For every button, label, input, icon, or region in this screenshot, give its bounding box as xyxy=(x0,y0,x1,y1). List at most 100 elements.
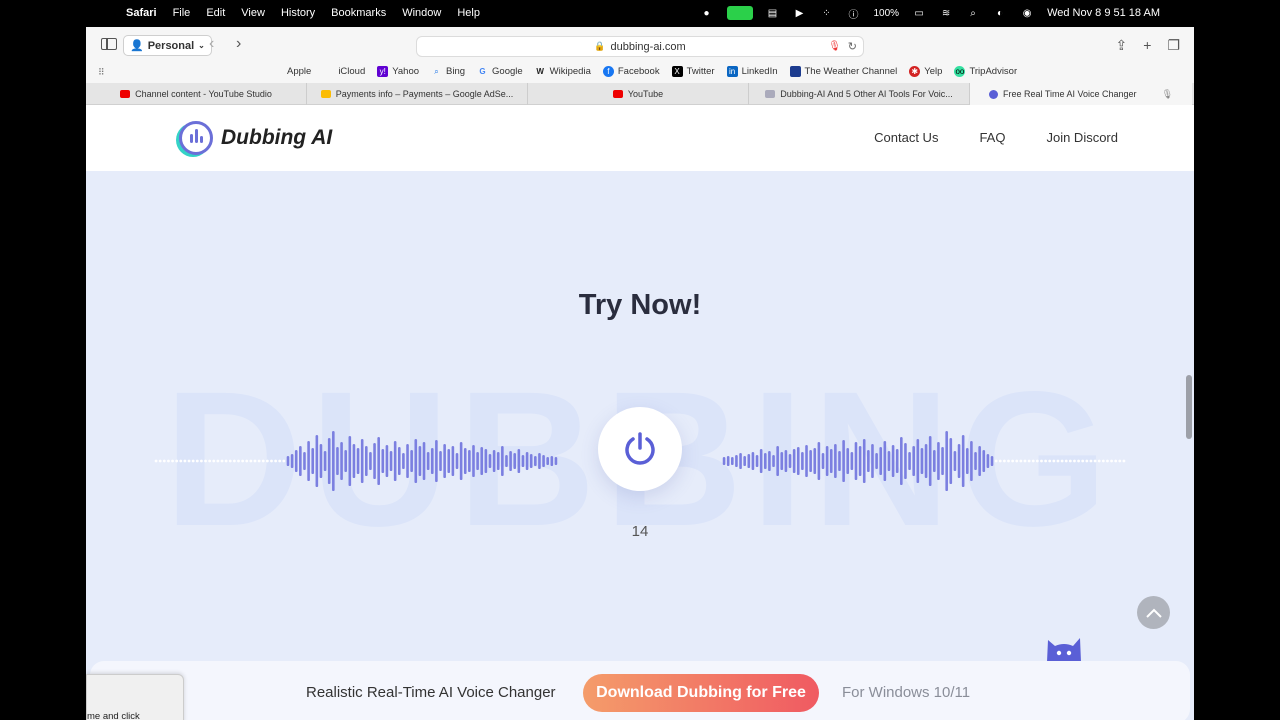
waveform-bar xyxy=(542,455,545,467)
favorite-facebook[interactable]: f Facebook xyxy=(602,66,660,77)
favorite-yelp[interactable]: ✱ Yelp xyxy=(909,66,942,77)
nav-join-discord[interactable]: Join Discord xyxy=(1046,130,1118,145)
waveform-bar xyxy=(426,452,430,470)
waveform-dot xyxy=(253,459,257,463)
waveform-dot xyxy=(1122,459,1126,463)
notification-popup[interactable]: me and click xyxy=(86,674,184,720)
favorite-tripadvisor[interactable]: oo TripAdvisor xyxy=(954,66,1017,77)
tab-adsense[interactable]: Payments info – Payments – Google AdSe..… xyxy=(307,83,528,105)
favorite-icloud[interactable]: iCloud xyxy=(323,66,365,77)
waveform-dot xyxy=(1048,459,1052,463)
power-button[interactable] xyxy=(598,407,682,491)
nav-faq[interactable]: FAQ xyxy=(979,130,1005,145)
menu-help[interactable]: Help xyxy=(457,7,480,19)
favorite-label: Facebook xyxy=(617,66,660,77)
battery-icon[interactable]: ▭ xyxy=(912,7,926,19)
tab-youtube[interactable]: YouTube xyxy=(528,83,749,105)
tab-youtube-studio[interactable]: Channel content - YouTube Studio xyxy=(86,83,307,105)
wifi-icon[interactable]: ≋ xyxy=(939,7,953,19)
tab-bar: Channel content - YouTube Studio Payment… xyxy=(86,83,1194,105)
waveform-bar xyxy=(933,450,936,472)
facetime-icon[interactable] xyxy=(726,6,753,20)
linkedin-icon: in xyxy=(726,66,738,77)
waveform-bar xyxy=(813,448,817,474)
discord-mascot-icon[interactable] xyxy=(1044,632,1084,664)
favorite-label: iCloud xyxy=(338,66,366,77)
favorite-weather[interactable]: The Weather Channel xyxy=(789,66,897,77)
reload-icon[interactable]: ↻ xyxy=(848,40,857,53)
spotlight-icon[interactable]: ⌕ xyxy=(966,7,980,19)
address-bar[interactable]: 🔒 dubbing-ai.com 🎙 ↻ xyxy=(416,36,864,57)
record-icon[interactable]: ● xyxy=(700,7,714,19)
menu-window[interactable]: Window xyxy=(402,7,441,19)
banner-tagline: Realistic Real-Time AI Voice Changer xyxy=(306,684,556,701)
menu-bookmarks[interactable]: Bookmarks xyxy=(331,7,386,19)
waveform-bar xyxy=(554,457,558,465)
sidebar-toggle-icon[interactable] xyxy=(101,38,117,50)
menubar-clock[interactable]: Wed Nov 8 9 51 18 AM xyxy=(1047,7,1160,19)
grid-icon[interactable]: ⠿ xyxy=(98,67,105,78)
waveform-bar xyxy=(356,448,360,474)
tab-overview-icon[interactable]: ❐ xyxy=(1167,37,1180,54)
tab-label: YouTube xyxy=(627,89,664,99)
waveform-bar xyxy=(735,455,738,467)
waveform-dot xyxy=(274,459,278,463)
waveform-dot xyxy=(1007,459,1010,463)
play-icon[interactable]: ▶ xyxy=(793,7,807,19)
forward-arrow-icon[interactable]: › xyxy=(236,35,241,53)
macos-menu-bar: Safari File Edit View History Bookmarks … xyxy=(0,0,1280,26)
siri-icon[interactable]: ◉ xyxy=(1020,7,1034,19)
waveform-bar xyxy=(410,450,413,472)
menu-edit[interactable]: Edit xyxy=(206,7,225,19)
favorite-label: Twitter xyxy=(686,66,715,77)
favorite-yahoo[interactable]: y! Yahoo xyxy=(377,66,419,77)
download-button[interactable]: Download Dubbing for Free xyxy=(583,674,819,712)
scroll-to-top-button[interactable] xyxy=(1137,596,1170,629)
waveform-bar xyxy=(501,446,504,476)
profile-selector[interactable]: 👤 Personal ⌄ xyxy=(123,35,212,56)
nav-contact-us[interactable]: Contact Us xyxy=(874,130,938,145)
microphone-icon[interactable]: 🎙 xyxy=(1162,89,1173,100)
new-tab-icon[interactable]: + xyxy=(1143,37,1151,54)
waveform-bar xyxy=(492,450,496,472)
waveform-dot xyxy=(232,459,236,463)
battery-level[interactable]: 100% xyxy=(874,8,900,19)
favorite-apple[interactable]: Apple xyxy=(272,66,311,77)
menu-view[interactable]: View xyxy=(241,7,265,19)
waveform-dot xyxy=(208,459,212,463)
waveform-bar xyxy=(731,457,734,465)
keyboard-icon[interactable]: ▤ xyxy=(766,7,780,19)
page-scrollbar[interactable] xyxy=(1186,375,1192,439)
menu-file[interactable]: File xyxy=(173,7,191,19)
waveform-bar xyxy=(990,456,994,466)
menu-history[interactable]: History xyxy=(281,7,315,19)
waveform-bar xyxy=(821,453,825,469)
waveform-dot xyxy=(1056,459,1060,463)
favorite-twitter[interactable]: X Twitter xyxy=(671,66,715,77)
waveform-dot xyxy=(224,459,228,463)
waveform-bar xyxy=(817,442,821,480)
waveform-dot xyxy=(1077,459,1080,463)
site-logo[interactable]: Dubbing AI xyxy=(179,121,332,155)
control-center-icon[interactable]: ◐ xyxy=(993,7,1007,19)
waveform-bar xyxy=(945,431,948,491)
tab-dubbing-article[interactable]: Dubbing-AI And 5 Other AI Tools For Voic… xyxy=(749,83,970,105)
waveform-bar xyxy=(829,449,833,473)
favorite-linkedin[interactable]: in LinkedIn xyxy=(726,66,778,77)
favorite-google[interactable]: G Google xyxy=(477,66,522,77)
waveform-dot xyxy=(175,459,179,463)
tab-dubbing-ai[interactable]: Free Real Time AI Voice Changer 🎙 xyxy=(970,83,1192,105)
share-icon[interactable]: ⇪ xyxy=(1116,37,1128,54)
back-arrow-icon[interactable]: ‹ xyxy=(209,35,214,53)
waveform-bar xyxy=(393,441,397,481)
favorite-wikipedia[interactable]: W Wikipedia xyxy=(535,66,590,77)
waveform-dot xyxy=(1064,459,1068,463)
activity-icon[interactable]: ⁘ xyxy=(820,7,834,19)
favorite-bing[interactable]: ⌕ Bing xyxy=(431,66,465,77)
microphone-icon[interactable]: 🎙 xyxy=(828,41,841,52)
waveform-bar xyxy=(842,440,845,482)
waveform-dot xyxy=(204,459,207,463)
menu-app-name[interactable]: Safari xyxy=(126,7,157,19)
info-icon[interactable]: ⓘ xyxy=(847,7,861,21)
waveform-bar xyxy=(875,453,878,469)
